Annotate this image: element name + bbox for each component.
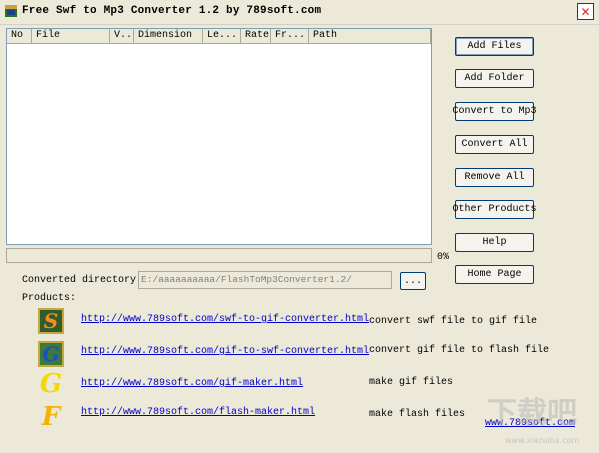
product-desc-gif-to-swf: convert gif file to flash file <box>369 345 550 356</box>
add-folder-button[interactable]: Add Folder <box>455 69 534 88</box>
close-button[interactable]: ✕ <box>577 3 594 20</box>
flash-maker-icon[interactable]: F <box>38 402 64 432</box>
column-header-length[interactable]: Le... <box>203 29 241 43</box>
gif-maker-icon[interactable]: G <box>38 369 64 399</box>
progress-percent: 0% <box>437 252 450 263</box>
title-bar: Free Swf to Mp3 Converter 1.2 by 789soft… <box>0 0 599 25</box>
browse-button[interactable]: ... <box>400 272 426 290</box>
column-header-file[interactable]: File <box>32 29 110 43</box>
product-desc-swf-to-gif: convert swf file to gif file <box>369 316 538 327</box>
footer-site-link[interactable]: www.789soft.com <box>485 418 575 429</box>
help-button[interactable]: Help <box>455 233 534 252</box>
product-desc-gif-maker: make gif files <box>369 377 454 388</box>
convert-to-mp3-button[interactable]: Convert to Mp3 <box>453 102 537 121</box>
watermark-url-text: www.xiazaiba.com <box>505 436 579 445</box>
column-header-version[interactable]: V.. <box>110 29 134 43</box>
product-link-gif-to-swf[interactable]: http://www.789soft.com/gif-to-swf-conver… <box>81 346 369 357</box>
watermark: 下载吧 www.xiazaiba.com <box>487 396 579 445</box>
column-header-frames[interactable]: Fr... <box>271 29 309 43</box>
converted-directory-field[interactable]: E:/aaaaaaaaaa/FlashToMp3Converter1.2/ <box>138 271 392 289</box>
file-list-header: No File V.. Dimension Le... Rate Fr... P… <box>7 29 431 44</box>
file-list[interactable]: No File V.. Dimension Le... Rate Fr... P… <box>6 28 432 245</box>
add-files-button[interactable]: Add Files <box>455 37 534 56</box>
convert-all-button[interactable]: Convert All <box>455 135 534 154</box>
remove-all-button[interactable]: Remove All <box>455 168 534 187</box>
column-header-no[interactable]: No <box>7 29 32 43</box>
converted-directory-label: Converted directory: <box>22 275 143 286</box>
column-header-dimension[interactable]: Dimension <box>134 29 203 43</box>
column-header-rate[interactable]: Rate <box>241 29 271 43</box>
close-icon: ✕ <box>580 4 591 19</box>
column-header-path[interactable]: Path <box>309 29 431 43</box>
app-icon <box>5 5 17 17</box>
products-label: Products: <box>22 293 77 304</box>
swf-to-gif-icon[interactable]: S <box>38 308 64 334</box>
other-products-button[interactable]: Other Products <box>453 200 537 219</box>
product-link-gif-maker[interactable]: http://www.789soft.com/gif-maker.html <box>81 378 303 389</box>
product-link-swf-to-gif[interactable]: http://www.789soft.com/swf-to-gif-conver… <box>81 314 369 325</box>
home-page-button[interactable]: Home Page <box>455 265 534 284</box>
gif-to-swf-icon[interactable]: G <box>38 341 64 367</box>
window-title: Free Swf to Mp3 Converter 1.2 by 789soft… <box>22 5 322 17</box>
product-desc-flash-maker: make flash files <box>369 409 466 420</box>
progress-bar <box>6 248 432 263</box>
product-link-flash-maker[interactable]: http://www.789soft.com/flash-maker.html <box>81 407 315 418</box>
